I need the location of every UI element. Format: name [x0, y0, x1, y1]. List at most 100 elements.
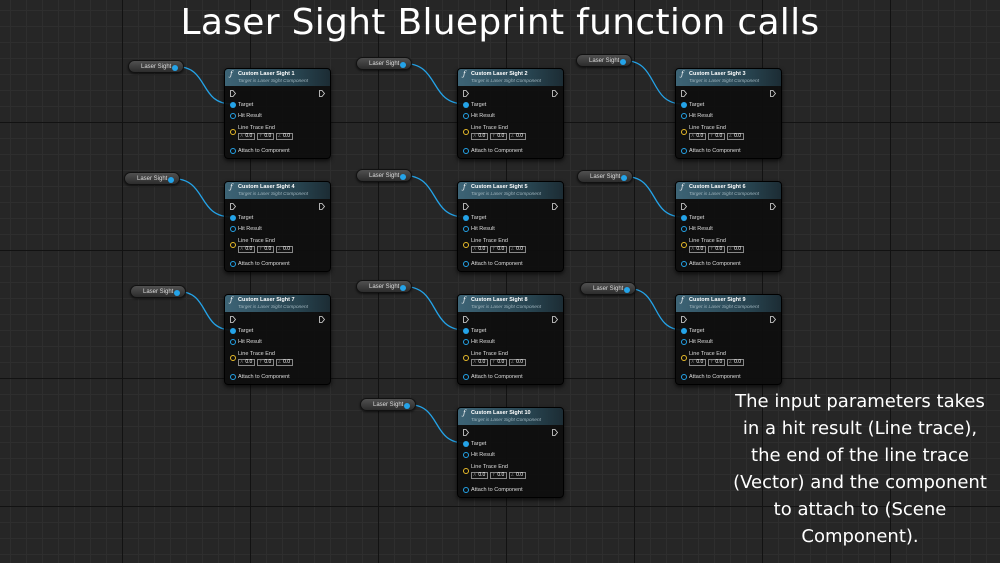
- laser-sight-variable-node[interactable]: Laser Sight: [356, 169, 412, 182]
- line-trace-end-pin-row[interactable]: Line Trace End: [225, 237, 330, 248]
- target-pin[interactable]: [230, 102, 236, 108]
- hit-result-pin-row[interactable]: Hit Result: [676, 225, 781, 233]
- variable-output-pin[interactable]: [168, 176, 174, 183]
- vector-z-input[interactable]: Z 0.0: [276, 133, 293, 140]
- target-pin[interactable]: [463, 328, 469, 334]
- target-pin[interactable]: [681, 102, 687, 108]
- exec-output-pin[interactable]: [319, 90, 326, 97]
- exec-output-pin[interactable]: [552, 90, 559, 97]
- exec-out-icon[interactable]: [319, 90, 326, 97]
- laser-sight-variable-node[interactable]: Laser Sight: [356, 280, 412, 293]
- vector-y-input[interactable]: Y 0.0: [490, 359, 507, 366]
- node-header[interactable]: ƒ Custom Laser Sight 4 Target is Laser Sig…: [225, 182, 330, 199]
- attach-pin-row[interactable]: Attach to Component: [676, 260, 781, 268]
- exec-in-icon[interactable]: [681, 203, 688, 210]
- line-trace-end-pin-row[interactable]: Line Trace End: [676, 350, 781, 361]
- attach-to-component-pin[interactable]: [463, 374, 469, 380]
- exec-in-icon[interactable]: [463, 90, 470, 97]
- attach-pin-row[interactable]: Attach to Component: [458, 147, 563, 155]
- hit-result-pin[interactable]: [463, 339, 469, 345]
- exec-out-icon[interactable]: [319, 203, 326, 210]
- exec-in-icon[interactable]: [681, 90, 688, 97]
- laser-sight-variable-node[interactable]: Laser Sight: [360, 398, 416, 411]
- line-trace-end-pin-row[interactable]: Line Trace End: [458, 124, 563, 135]
- vector-y-input[interactable]: Y 0.0: [490, 246, 507, 253]
- custom-laser-sight-node[interactable]: ƒ Custom Laser Sight 4 Target is Laser Sig…: [224, 181, 331, 272]
- hit-result-pin-row[interactable]: Hit Result: [458, 451, 563, 459]
- exec-out-icon[interactable]: [319, 316, 326, 323]
- laser-sight-variable-node[interactable]: Laser Sight: [128, 60, 184, 73]
- node-header[interactable]: ƒ Custom Laser Sight 5 Target is Laser Sig…: [458, 182, 563, 199]
- custom-laser-sight-node[interactable]: ƒ Custom Laser Sight 5 Target is Laser Sig…: [457, 181, 564, 272]
- exec-in-icon[interactable]: [230, 316, 237, 323]
- vector-y-input[interactable]: Y 0.0: [257, 246, 274, 253]
- laser-sight-variable-node[interactable]: Laser Sight: [124, 172, 180, 185]
- exec-output-pin[interactable]: [770, 316, 777, 323]
- exec-output-pin[interactable]: [552, 429, 559, 436]
- vector-y-input[interactable]: Y 0.0: [708, 359, 725, 366]
- vector-y-input[interactable]: Y 0.0: [257, 133, 274, 140]
- vector-x-input[interactable]: X 0.0: [689, 359, 706, 366]
- hit-result-pin[interactable]: [463, 226, 469, 232]
- attach-pin-row[interactable]: Attach to Component: [225, 147, 330, 155]
- attach-to-component-pin[interactable]: [681, 148, 687, 154]
- target-pin-row[interactable]: Target: [458, 327, 563, 335]
- exec-out-icon[interactable]: [552, 429, 559, 436]
- node-header[interactable]: ƒ Custom Laser Sight 3 Target is Laser Sig…: [676, 69, 781, 86]
- vector-x-input[interactable]: X 0.0: [238, 359, 255, 366]
- custom-laser-sight-node[interactable]: ƒ Custom Laser Sight 7 Target is Laser Sig…: [224, 294, 331, 385]
- exec-out-icon[interactable]: [552, 316, 559, 323]
- vector-x-input[interactable]: X 0.0: [471, 359, 488, 366]
- hit-result-pin-row[interactable]: Hit Result: [225, 112, 330, 120]
- target-pin-row[interactable]: Target: [676, 101, 781, 109]
- line-trace-end-pin-row[interactable]: Line Trace End: [458, 463, 563, 474]
- target-pin[interactable]: [230, 328, 236, 334]
- hit-result-pin-row[interactable]: Hit Result: [458, 338, 563, 346]
- target-pin[interactable]: [463, 215, 469, 221]
- custom-laser-sight-node[interactable]: ƒ Custom Laser Sight 1 Target is Laser Sig…: [224, 68, 331, 159]
- attach-to-component-pin[interactable]: [681, 261, 687, 267]
- line-trace-end-pin-row[interactable]: Line Trace End: [225, 124, 330, 135]
- exec-input-pin[interactable]: [463, 90, 470, 97]
- target-pin-row[interactable]: Target: [458, 440, 563, 448]
- target-pin[interactable]: [463, 102, 469, 108]
- exec-in-icon[interactable]: [463, 429, 470, 436]
- vector-x-input[interactable]: X 0.0: [689, 133, 706, 140]
- attach-to-component-pin[interactable]: [681, 374, 687, 380]
- attach-to-component-pin[interactable]: [463, 261, 469, 267]
- exec-in-icon[interactable]: [463, 203, 470, 210]
- exec-input-pin[interactable]: [681, 90, 688, 97]
- exec-in-icon[interactable]: [230, 203, 237, 210]
- target-pin-row[interactable]: Target: [458, 101, 563, 109]
- variable-output-pin[interactable]: [400, 173, 406, 180]
- node-header[interactable]: ƒ Custom Laser Sight 9 Target is Laser Sig…: [676, 295, 781, 312]
- hit-result-pin[interactable]: [230, 339, 236, 345]
- vector-z-input[interactable]: Z 0.0: [509, 472, 526, 479]
- hit-result-pin[interactable]: [681, 226, 687, 232]
- node-header[interactable]: ƒ Custom Laser Sight 6 Target is Laser Sig…: [676, 182, 781, 199]
- target-pin-row[interactable]: Target: [225, 327, 330, 335]
- target-pin-row[interactable]: Target: [225, 214, 330, 222]
- line-trace-end-pin-row[interactable]: Line Trace End: [225, 350, 330, 361]
- hit-result-pin-row[interactable]: Hit Result: [676, 112, 781, 120]
- laser-sight-variable-node[interactable]: Laser Sight: [580, 282, 636, 295]
- exec-input-pin[interactable]: [230, 316, 237, 323]
- vector-z-input[interactable]: Z 0.0: [727, 246, 744, 253]
- vector-z-input[interactable]: Z 0.0: [276, 359, 293, 366]
- exec-output-pin[interactable]: [319, 316, 326, 323]
- variable-output-pin[interactable]: [620, 58, 626, 65]
- vector-z-input[interactable]: Z 0.0: [727, 133, 744, 140]
- attach-pin-row[interactable]: Attach to Component: [676, 373, 781, 381]
- attach-pin-row[interactable]: Attach to Component: [225, 260, 330, 268]
- hit-result-pin-row[interactable]: Hit Result: [225, 225, 330, 233]
- vector-z-input[interactable]: Z 0.0: [509, 359, 526, 366]
- target-pin-row[interactable]: Target: [676, 214, 781, 222]
- laser-sight-variable-node[interactable]: Laser Sight: [576, 54, 632, 67]
- target-pin-row[interactable]: Target: [458, 214, 563, 222]
- attach-pin-row[interactable]: Attach to Component: [458, 373, 563, 381]
- target-pin[interactable]: [463, 441, 469, 447]
- exec-output-pin[interactable]: [770, 203, 777, 210]
- attach-to-component-pin[interactable]: [463, 487, 469, 493]
- node-header[interactable]: ƒ Custom Laser Sight 8 Target is Laser Sig…: [458, 295, 563, 312]
- target-pin-row[interactable]: Target: [676, 327, 781, 335]
